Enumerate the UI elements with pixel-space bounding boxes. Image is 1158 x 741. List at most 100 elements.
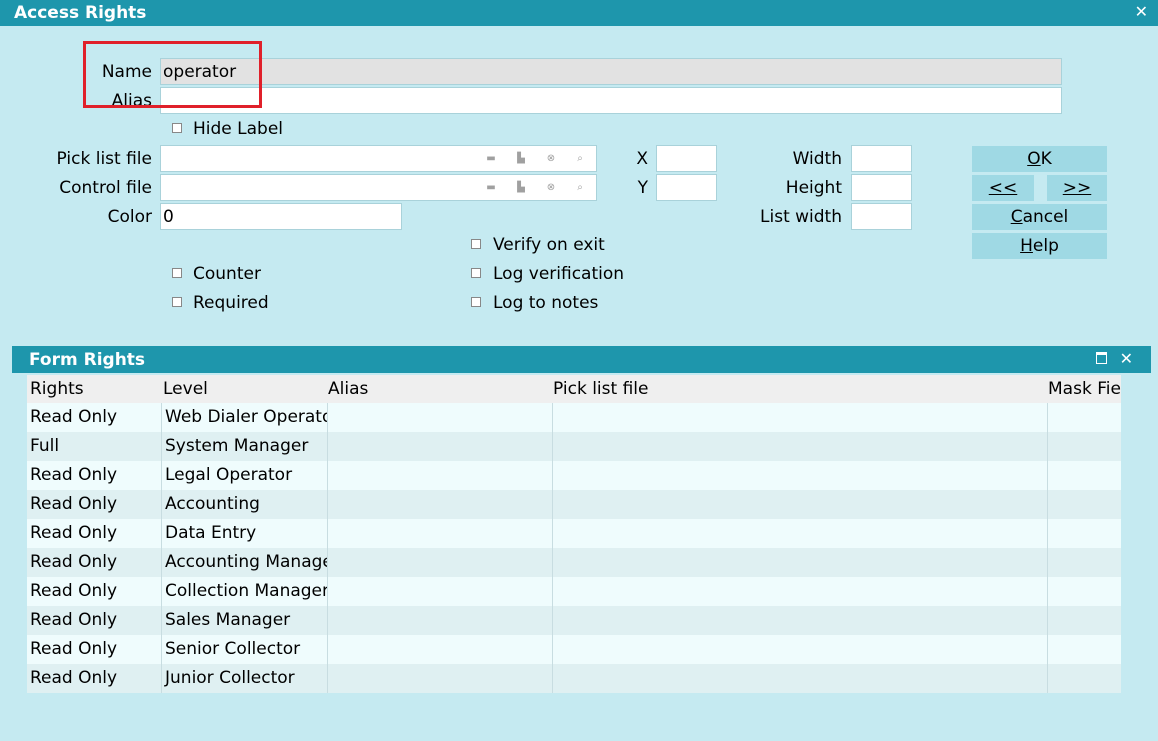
- width-field[interactable]: [851, 145, 912, 172]
- column-header-level[interactable]: Level: [163, 379, 208, 399]
- pick-list-cell: [552, 635, 1047, 664]
- control-file-label: Control file: [59, 178, 152, 198]
- mask-field-cell: [1047, 664, 1121, 693]
- search-icon[interactable]: ⌕: [573, 152, 587, 166]
- help-button[interactable]: Help: [972, 233, 1107, 259]
- mask-field-cell: [1047, 635, 1121, 664]
- mask-field-cell: [1047, 606, 1121, 635]
- level-cell: Sales Manager: [161, 606, 327, 635]
- level-cell: Data Entry: [161, 519, 327, 548]
- list-width-field[interactable]: [851, 203, 912, 230]
- level-cell: System Manager: [161, 432, 327, 461]
- name-label: Name: [101, 62, 152, 82]
- required-label: Required: [193, 293, 269, 313]
- table-row[interactable]: Read Only Collection Manager: [27, 577, 1121, 606]
- pick-list-cell: [552, 432, 1047, 461]
- alias-cell: [327, 606, 552, 635]
- print-icon[interactable]: ▙: [514, 181, 528, 195]
- log-verification-label: Log verification: [493, 264, 625, 284]
- alias-cell: [327, 548, 552, 577]
- close-icon[interactable]: ✕: [1120, 349, 1133, 368]
- counter-checkbox[interactable]: [172, 268, 182, 278]
- column-header-pick-list-file[interactable]: Pick list file: [553, 379, 648, 399]
- table-row[interactable]: Read Only Sales Manager: [27, 606, 1121, 635]
- mask-field-cell: [1047, 490, 1121, 519]
- print-icon[interactable]: ▙: [514, 152, 528, 166]
- alias-cell: [327, 664, 552, 693]
- pick-list-cell: [552, 490, 1047, 519]
- pick-list-cell: [552, 577, 1047, 606]
- alias-cell: [327, 490, 552, 519]
- list-width-label: List width: [760, 207, 842, 227]
- x-field[interactable]: [656, 145, 717, 172]
- form-rights-panel-header: Form Rights ✕: [12, 346, 1151, 373]
- alias-cell: [327, 432, 552, 461]
- table-row[interactable]: Read Only Legal Operator: [27, 461, 1121, 490]
- close-icon[interactable]: ✕: [1135, 2, 1148, 21]
- cancel-button[interactable]: Cancel: [972, 204, 1107, 230]
- clear-icon[interactable]: ⊗: [544, 152, 558, 166]
- ok-button[interactable]: OK: [972, 146, 1107, 172]
- color-field[interactable]: 0: [160, 203, 402, 230]
- next-button[interactable]: >>: [1047, 175, 1107, 201]
- alias-field[interactable]: [160, 87, 1062, 114]
- rights-cell: Read Only: [30, 668, 118, 688]
- y-label: Y: [637, 178, 648, 198]
- table-row[interactable]: Read Only Senior Collector: [27, 635, 1121, 664]
- pick-list-cell: [552, 519, 1047, 548]
- table-header: Rights Level Alias Pick list file Mask F…: [27, 375, 1121, 403]
- column-header-alias[interactable]: Alias: [328, 379, 368, 399]
- alias-cell: [327, 461, 552, 490]
- mask-field-cell: [1047, 432, 1121, 461]
- column-header-mask-field[interactable]: Mask Fie: [1048, 379, 1121, 399]
- hide-label-checkbox[interactable]: [172, 123, 182, 133]
- height-field[interactable]: [851, 174, 912, 201]
- clear-icon[interactable]: ⊗: [544, 181, 558, 195]
- table-row[interactable]: Read Only Accounting Manager: [27, 548, 1121, 577]
- folder-icon[interactable]: ▬: [484, 152, 498, 166]
- rights-cell: Read Only: [30, 494, 118, 514]
- table-row[interactable]: Read Only Data Entry: [27, 519, 1121, 548]
- log-verification-checkbox[interactable]: [471, 268, 481, 278]
- y-field[interactable]: [656, 174, 717, 201]
- level-cell: Web Dialer Operator: [161, 403, 327, 432]
- previous-button[interactable]: <<: [972, 175, 1034, 201]
- rights-cell: Read Only: [30, 552, 118, 572]
- rights-cell: Read Only: [30, 610, 118, 630]
- verify-on-exit-checkbox[interactable]: [471, 239, 481, 249]
- maximize-icon[interactable]: [1096, 352, 1107, 364]
- folder-icon[interactable]: ▬: [484, 181, 498, 195]
- search-icon[interactable]: ⌕: [573, 181, 587, 195]
- rights-cell: Read Only: [30, 407, 118, 427]
- rights-cell: Read Only: [30, 465, 118, 485]
- log-to-notes-checkbox[interactable]: [471, 297, 481, 307]
- alias-cell: [327, 635, 552, 664]
- verify-on-exit-label: Verify on exit: [493, 235, 605, 255]
- mask-field-cell: [1047, 461, 1121, 490]
- rights-cell: Read Only: [30, 639, 118, 659]
- table-row[interactable]: Read Only Accounting: [27, 490, 1121, 519]
- log-to-notes-label: Log to notes: [493, 293, 599, 313]
- required-checkbox[interactable]: [172, 297, 182, 307]
- counter-label: Counter: [193, 264, 261, 284]
- mask-field-cell: [1047, 519, 1121, 548]
- width-label: Width: [792, 149, 842, 169]
- table-row[interactable]: Read Only Junior Collector: [27, 664, 1121, 693]
- rights-cell: Read Only: [30, 581, 118, 601]
- pick-list-label: Pick list file: [56, 149, 152, 169]
- level-cell: Accounting Manager: [161, 548, 327, 577]
- alias-label: Alias: [111, 91, 152, 105]
- level-cell: Senior Collector: [161, 635, 327, 664]
- level-cell: Junior Collector: [161, 664, 327, 693]
- table-row[interactable]: Read Only Web Dialer Operator: [27, 403, 1121, 432]
- pick-list-cell: [552, 461, 1047, 490]
- column-header-rights[interactable]: Rights: [30, 379, 84, 399]
- pick-list-field[interactable]: ▬ ▙ ⊗ ⌕: [160, 145, 597, 172]
- pick-list-cell: [552, 403, 1047, 432]
- mask-field-cell: [1047, 403, 1121, 432]
- control-file-field[interactable]: ▬ ▙ ⊗ ⌕: [160, 174, 597, 201]
- hide-label-text: Hide Label: [193, 119, 284, 139]
- table-row[interactable]: Full System Manager: [27, 432, 1121, 461]
- name-field[interactable]: operator: [160, 58, 1062, 85]
- height-label: Height: [785, 178, 842, 198]
